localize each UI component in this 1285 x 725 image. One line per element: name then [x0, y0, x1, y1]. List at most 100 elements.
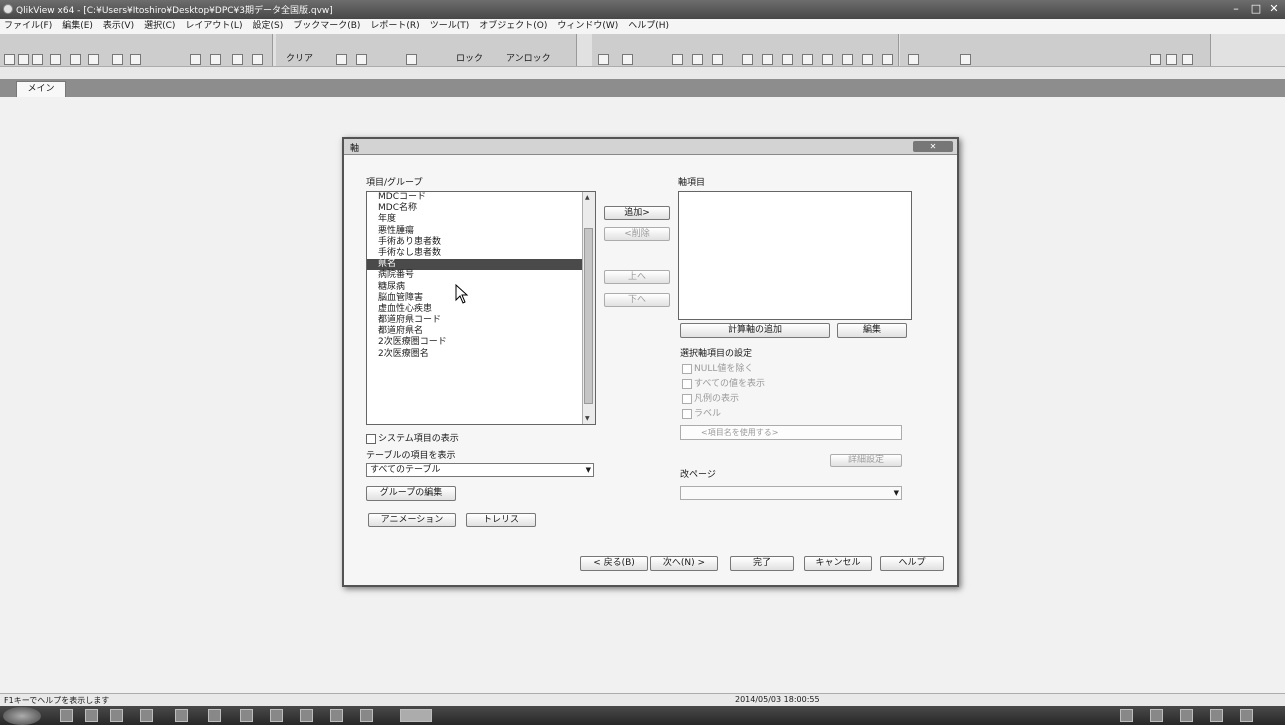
multibox-icon[interactable]	[842, 54, 853, 65]
tray-icon[interactable]	[1210, 709, 1223, 722]
move-up-button[interactable]: 上へ	[604, 270, 670, 284]
show-all-values-checkbox[interactable]: すべての値を表示	[682, 376, 765, 389]
ie-taskbar-icon[interactable]	[60, 709, 73, 722]
help-icon[interactable]	[232, 54, 243, 65]
animation-button[interactable]: アニメーション	[368, 513, 456, 527]
start-button[interactable]	[3, 707, 41, 725]
explorer-taskbar-icon[interactable]	[85, 709, 98, 722]
align-right-icon[interactable]	[712, 54, 723, 65]
app-taskbar-icon[interactable]	[300, 709, 313, 722]
table-select[interactable]: すべてのテーブル ▼	[366, 463, 594, 477]
forward-icon[interactable]	[356, 54, 367, 65]
tray-icon[interactable]	[1180, 709, 1193, 722]
input-box-icon[interactable]	[862, 54, 873, 65]
menu-help[interactable]: ヘルプ(H)	[624, 19, 675, 34]
button-object-icon[interactable]	[822, 54, 833, 65]
field-list-item[interactable]: 2次医療圏コード	[367, 337, 595, 348]
save-icon[interactable]	[32, 54, 43, 65]
field-list-item[interactable]: 手術あり患者数	[367, 237, 595, 248]
fields-scrollbar[interactable]: ▲ ▼	[582, 192, 595, 424]
back-icon[interactable]	[336, 54, 347, 65]
show-legend-checkbox[interactable]: 凡例の表示	[682, 391, 739, 404]
help-button[interactable]: ヘルプ	[880, 556, 944, 571]
edit-script-icon[interactable]	[112, 54, 123, 65]
undo-icon[interactable]	[70, 54, 81, 65]
minimize-button[interactable]: –	[1226, 2, 1246, 16]
lock-button[interactable]: ロック	[456, 53, 483, 65]
next-button[interactable]: 次へ(N) >	[650, 556, 718, 571]
pie-chart-icon[interactable]	[762, 54, 773, 65]
label-checkbox[interactable]: ラベル	[682, 406, 721, 419]
field-list-item[interactable]: 2次医療圏名	[367, 349, 595, 360]
chart-wizard-icon[interactable]	[190, 54, 201, 65]
dimension-label-field[interactable]: <項目名を使用する>	[680, 425, 902, 440]
menu-layout[interactable]: レイアウト(L)	[181, 19, 248, 34]
search-icon[interactable]	[406, 54, 417, 65]
bold-icon[interactable]	[1150, 54, 1161, 65]
field-list-item[interactable]: 悪性腫瘍	[367, 226, 595, 237]
maximize-button[interactable]: □	[1246, 2, 1266, 16]
table-icon[interactable]	[782, 54, 793, 65]
used-dimensions-list[interactable]	[678, 191, 912, 320]
italic-icon[interactable]	[1166, 54, 1177, 65]
field-list-item[interactable]: 年度	[367, 214, 595, 225]
tray-icon[interactable]	[1120, 709, 1133, 722]
reload-icon[interactable]	[130, 54, 141, 65]
align-left-icon[interactable]	[672, 54, 683, 65]
menu-reports[interactable]: レポート(R)	[366, 19, 425, 34]
scroll-down-arrow-icon[interactable]: ▼	[585, 415, 590, 422]
bar-chart-icon[interactable]	[742, 54, 753, 65]
field-list-item[interactable]: 都道府県コード	[367, 315, 595, 326]
finish-button[interactable]: 完了	[730, 556, 794, 571]
font-size-icon[interactable]	[960, 54, 971, 65]
field-list-item[interactable]: 手術なし患者数	[367, 248, 595, 259]
edit-groups-button[interactable]: グループの編集	[366, 486, 456, 501]
tab-main[interactable]: メイン	[16, 81, 66, 97]
field-list-item[interactable]: MDCコード	[367, 192, 595, 203]
menu-settings[interactable]: 設定(S)	[248, 19, 289, 34]
menu-object[interactable]: オブジェクト(O)	[475, 19, 553, 34]
tray-icon[interactable]	[1240, 709, 1253, 722]
tray-icon[interactable]	[1150, 709, 1163, 722]
show-system-fields-checkbox[interactable]: システム項目の表示	[366, 431, 459, 444]
clear-button[interactable]: クリア	[286, 53, 313, 65]
page-break-select[interactable]: ▼	[680, 486, 902, 500]
edit-dimension-button[interactable]: 編集	[837, 323, 907, 338]
menu-selections[interactable]: 選択(C)	[140, 19, 181, 34]
app-taskbar-icon[interactable]	[140, 709, 153, 722]
print-icon[interactable]	[50, 54, 61, 65]
underline-icon[interactable]	[1182, 54, 1193, 65]
dialog-close-button[interactable]: ✕	[913, 141, 953, 152]
field-list-item[interactable]: 都道府県名	[367, 326, 595, 337]
menu-view[interactable]: 表示(V)	[99, 19, 140, 34]
app-taskbar-icon[interactable]	[175, 709, 188, 722]
new-icon[interactable]	[4, 54, 15, 65]
listbox-icon[interactable]	[622, 54, 633, 65]
advanced-settings-button[interactable]: 詳細設定	[830, 454, 902, 467]
bookmark-icon[interactable]	[210, 54, 221, 65]
scroll-thumb[interactable]	[584, 228, 593, 404]
align-center-icon[interactable]	[692, 54, 703, 65]
menu-file[interactable]: ファイル(F)	[0, 19, 58, 34]
redo-icon[interactable]	[88, 54, 99, 65]
menu-edit[interactable]: 編集(E)	[58, 19, 99, 34]
media-taskbar-icon[interactable]	[110, 709, 123, 722]
font-icon[interactable]	[908, 54, 919, 65]
field-list-item[interactable]: 病院番号	[367, 270, 595, 281]
grid-icon[interactable]	[598, 54, 609, 65]
app-taskbar-icon[interactable]	[240, 709, 253, 722]
field-list-item[interactable]: 県名	[367, 259, 595, 271]
scroll-up-arrow-icon[interactable]: ▲	[585, 194, 590, 201]
close-window-button[interactable]: ✕	[1264, 2, 1284, 16]
menu-bookmarks[interactable]: ブックマーク(B)	[289, 19, 366, 34]
suppress-null-checkbox[interactable]: NULL値を除く	[682, 361, 753, 374]
slider-object-icon[interactable]	[882, 54, 893, 65]
qlikview-taskbar-button[interactable]	[400, 709, 432, 722]
open-icon[interactable]	[18, 54, 29, 65]
app-taskbar-icon[interactable]	[360, 709, 373, 722]
field-list-item[interactable]: 虚血性心疾患	[367, 304, 595, 315]
field-list-item[interactable]: 糖尿病	[367, 282, 595, 293]
app-taskbar-icon[interactable]	[330, 709, 343, 722]
menu-window[interactable]: ウィンドウ(W)	[553, 19, 624, 34]
text-object-icon[interactable]	[802, 54, 813, 65]
